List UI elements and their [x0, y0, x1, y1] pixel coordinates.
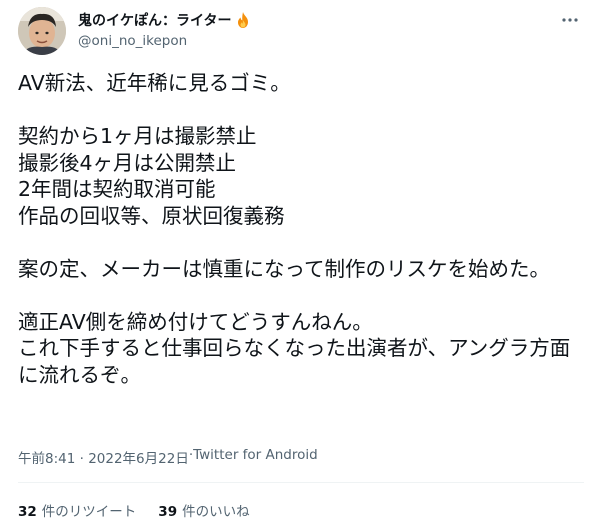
author-handle[interactable]: @oni_no_ikepon — [78, 33, 187, 49]
fire-icon — [234, 11, 252, 29]
tweet-time-link[interactable]: 午前8:41 · 2022年6月22日 — [18, 447, 189, 467]
author-display-name[interactable]: 鬼のイケぽん：ライター — [78, 10, 231, 30]
retweets-count: 32 — [18, 504, 37, 520]
meta-separator: · — [75, 451, 89, 467]
retweets-label: 件のリツイート — [41, 504, 137, 520]
divider — [18, 482, 584, 483]
tweet-text: AV新法、近年稀に見るゴミ。 契約から1ヶ月は撮影禁止 撮影後4ヶ月は公開禁止 … — [18, 71, 571, 387]
avatar-image — [18, 7, 66, 55]
tweet-time: 午前8:41 — [18, 451, 76, 467]
tweet-meta: 午前8:41 · 2022年6月22日 · Twitter for Androi… — [18, 447, 318, 467]
likes-count: 39 — [158, 504, 178, 520]
author-name-row[interactable]: 鬼のイケぽん：ライター — [78, 10, 252, 30]
tweet-date: 2022年6月22日 — [88, 451, 189, 467]
tweet-source-link[interactable]: Twitter for Android — [193, 447, 318, 467]
likes-stat[interactable]: 39 件のいいね — [158, 500, 249, 520]
likes-label: 件のいいね — [182, 504, 250, 520]
tweet-stats: 32 件のリツイート 39 件のいいね — [18, 500, 250, 520]
more-options-icon[interactable] — [558, 8, 582, 32]
retweets-stat[interactable]: 32 件のリツイート — [18, 500, 136, 520]
avatar[interactable] — [18, 7, 66, 55]
